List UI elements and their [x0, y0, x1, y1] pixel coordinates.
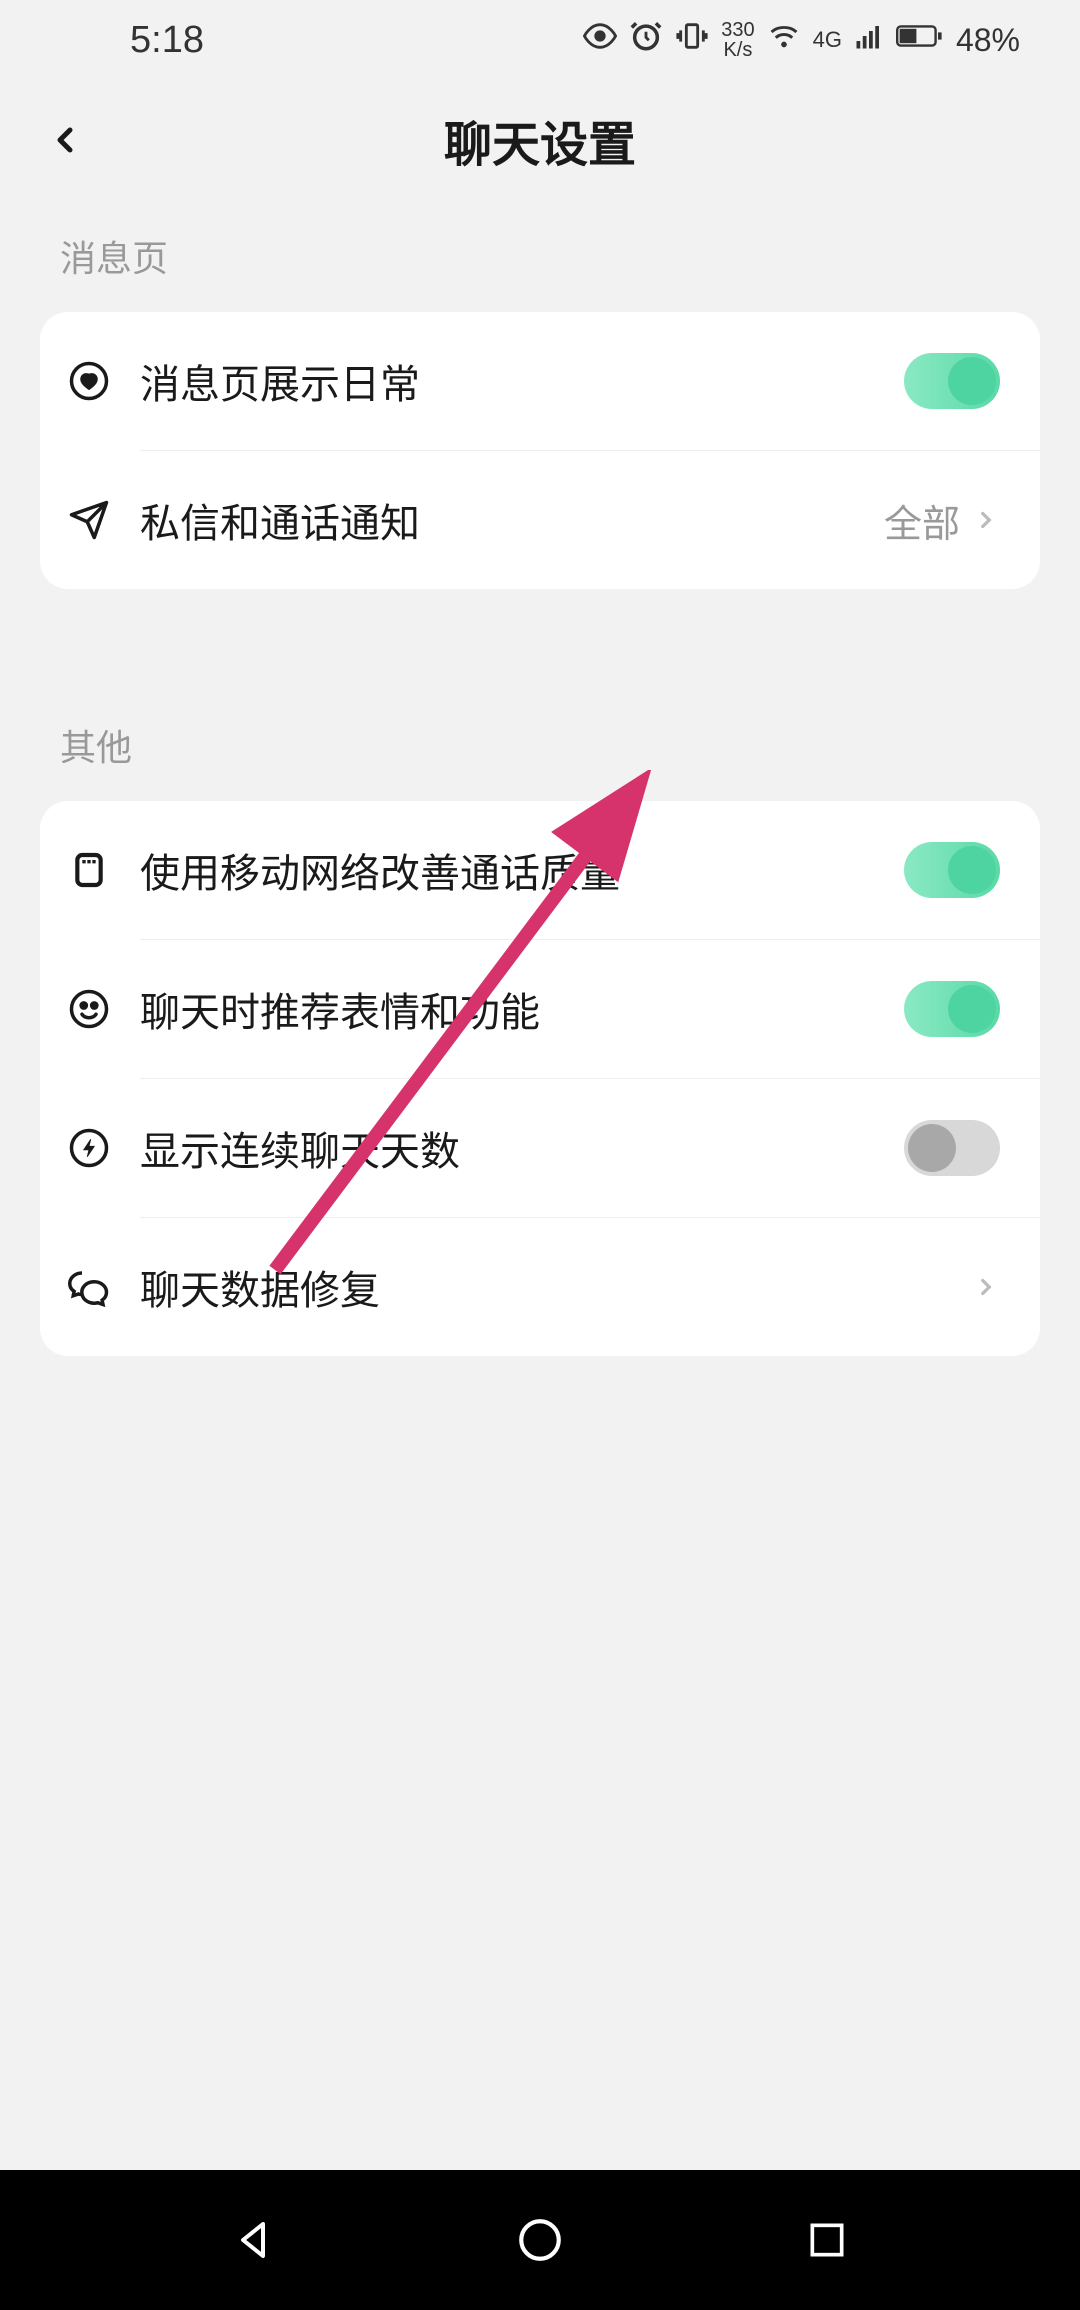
- alarm-icon: [629, 19, 663, 61]
- toggle-show-daily[interactable]: [904, 353, 1000, 409]
- nav-back-button[interactable]: [223, 2210, 283, 2270]
- toggle-mobile-network[interactable]: [904, 842, 1000, 898]
- section-header-other: 其他: [0, 589, 1080, 801]
- chevron-right-icon: [972, 506, 1000, 534]
- network-4g: 4G: [813, 27, 842, 53]
- status-time: 5:18: [130, 19, 204, 62]
- row-data-repair[interactable]: 聊天数据修复: [40, 1218, 1040, 1356]
- chat-bubbles-icon: [66, 1264, 112, 1310]
- row-show-daily[interactable]: 消息页展示日常: [40, 312, 1040, 450]
- section-messages-card: 消息页展示日常 私信和通话通知 全部: [40, 312, 1040, 589]
- toggle-streak-days[interactable]: [904, 1120, 1000, 1176]
- bolt-icon: [66, 1125, 112, 1171]
- section-other-card: 使用移动网络改善通话质量 聊天时推荐表情和功能 显示连续聊天天数 聊天数据修复: [40, 801, 1040, 1356]
- row-label: 消息页展示日常: [140, 352, 904, 410]
- send-icon: [66, 497, 112, 543]
- row-streak-days[interactable]: 显示连续聊天天数: [40, 1079, 1040, 1217]
- row-label: 使用移动网络改善通话质量: [140, 841, 904, 899]
- eye-icon: [583, 19, 617, 61]
- wifi-icon: [767, 19, 801, 61]
- row-value: 全部: [884, 493, 960, 548]
- signal-icon: [854, 21, 884, 59]
- system-nav-bar: [0, 2170, 1080, 2310]
- heart-outline-icon: [66, 358, 112, 404]
- toggle-recommend-emoji[interactable]: [904, 981, 1000, 1037]
- vibrate-icon: [675, 19, 709, 61]
- status-bar: 5:18 330 K/s 4G 48%: [0, 0, 1080, 80]
- nav-home-button[interactable]: [510, 2210, 570, 2270]
- nav-recents-button[interactable]: [797, 2210, 857, 2270]
- smile-icon: [66, 986, 112, 1032]
- page-header: 聊天设置: [0, 80, 1080, 200]
- page-title: 聊天设置: [444, 105, 636, 175]
- row-label: 私信和通话通知: [140, 491, 884, 549]
- battery-percent: 48%: [956, 22, 1020, 59]
- sim-icon: [66, 847, 112, 893]
- row-label: 聊天数据修复: [140, 1258, 972, 1316]
- row-label: 显示连续聊天天数: [140, 1119, 904, 1177]
- row-recommend-emoji[interactable]: 聊天时推荐表情和功能: [40, 940, 1040, 1078]
- network-speed: 330 K/s: [721, 20, 754, 60]
- row-dm-notifications[interactable]: 私信和通话通知 全部: [40, 451, 1040, 589]
- row-label: 聊天时推荐表情和功能: [140, 980, 904, 1038]
- section-header-messages: 消息页: [0, 200, 1080, 312]
- row-mobile-network[interactable]: 使用移动网络改善通话质量: [40, 801, 1040, 939]
- battery-icon: [896, 21, 944, 59]
- chevron-right-icon: [972, 1273, 1000, 1301]
- status-indicators: 330 K/s 4G 48%: [583, 19, 1020, 61]
- back-button[interactable]: [40, 115, 90, 165]
